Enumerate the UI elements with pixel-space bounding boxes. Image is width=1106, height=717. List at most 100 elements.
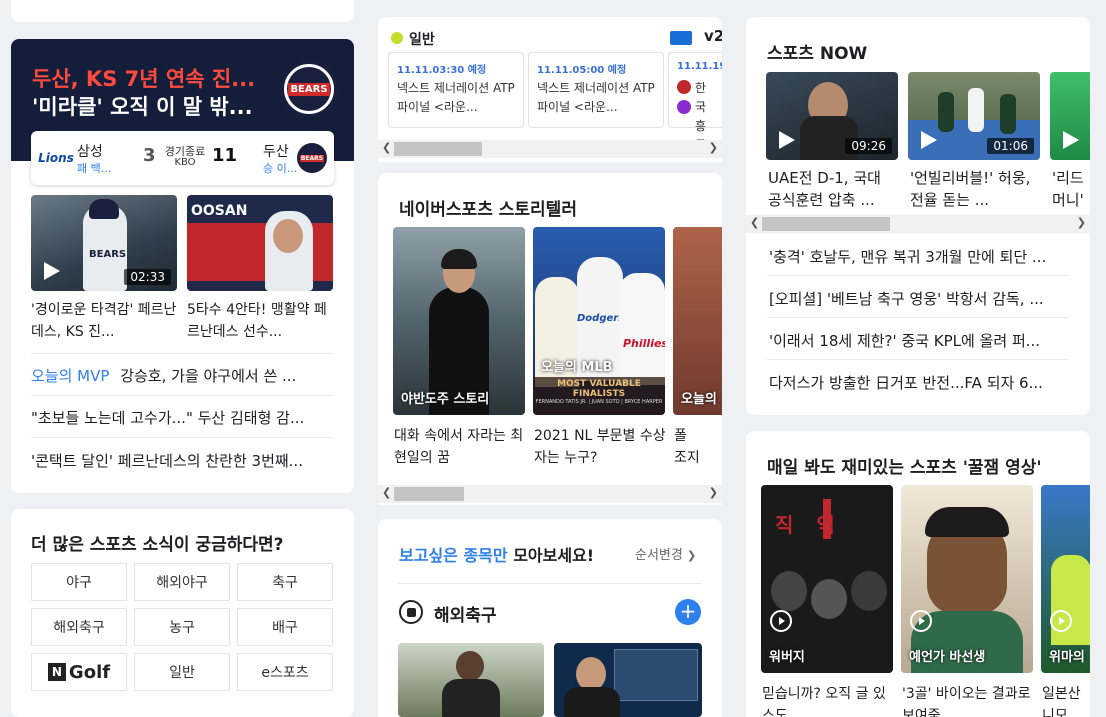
fun-caption-2[interactable]: '3골' 바이오는 결과로 보여줌 <box>902 683 1034 717</box>
away-team-name: 두산 <box>263 144 289 160</box>
story-caption-2[interactable]: 2021 NL 부문별 수상자는 누구? <box>534 425 666 471</box>
scroll-thumb[interactable] <box>394 142 482 156</box>
horizontal-scrollbar[interactable]: ❮ ❯ <box>378 140 722 158</box>
video-duration: 01:06 <box>987 138 1034 154</box>
now-thumb-3[interactable] <box>1050 72 1090 160</box>
scroll-right-icon[interactable]: ❯ <box>709 141 718 154</box>
horizontal-scrollbar[interactable]: ❮ ❯ <box>746 215 1090 233</box>
sport-link-volleyball[interactable]: 배구 <box>237 608 333 646</box>
scroll-left-icon[interactable]: ❮ <box>382 486 391 499</box>
sport-link-basketball[interactable]: 농구 <box>134 608 230 646</box>
fun-thumb-3[interactable]: 위마의 <box>1041 485 1090 673</box>
now-news-2[interactable]: [오피셜] '베트남 축구 영웅' 박항서 감독, ... <box>769 288 1069 309</box>
story-caption-3[interactable]: 폴 조지 한 질주 <box>674 425 704 471</box>
add-sport-button[interactable]: + <box>675 599 701 625</box>
pick-sports-card: 보고싶은 종목만 모아보세요! 순서변경 ❯ 해외축구 + <box>378 519 722 717</box>
reorder-link[interactable]: 순서변경 ❯ <box>635 544 696 563</box>
game-title-2: 넥스트 제너레이션 ATP파이널 <라운... <box>537 81 655 114</box>
game-card-2[interactable]: 11.11.05:00 예정 넥스트 제너레이션 ATP파이널 <라운... <box>528 52 664 128</box>
video-caption-1[interactable]: '경이로운 타격감' 페르난데스, KS 진... <box>31 299 177 343</box>
player-right <box>619 273 665 385</box>
story-caption-1[interactable]: 대화 속에서 자라는 최현일의 꿈 <box>394 425 526 471</box>
play-icon <box>921 131 937 149</box>
home-team-name: 삼성 <box>77 144 103 160</box>
game-time-3: 11.11.19:00 <box>677 61 722 72</box>
sport-link-world-soccer[interactable]: 해외축구 <box>31 608 127 646</box>
scroll-thumb[interactable] <box>394 487 464 501</box>
story-thumb-2[interactable]: Dodgers Phillies MOST VALUABLE FINALISTS… <box>533 227 665 415</box>
general-schedule-card: 일반 v2 11.11.03:30 예정 넥스트 제너레이션 ATP파이널 <라… <box>378 17 722 162</box>
soccer-thumb-2[interactable] <box>554 643 702 717</box>
video-thumb-1[interactable]: BEARS 02:33 <box>31 195 177 291</box>
story-badge-2: 오늘의 MLB <box>541 360 613 375</box>
scroll-thumb[interactable] <box>762 217 890 231</box>
banner-text: 직 익 <box>775 513 843 537</box>
fun-thumb-2[interactable]: 예언가 바선생 <box>901 485 1033 673</box>
play-circle-icon <box>910 610 932 632</box>
story-badge-1: 야반도주 스토리 <box>401 392 490 407</box>
hero-headline-1[interactable]: 두산, KS 7년 연속 진... <box>32 63 255 93</box>
fun-thumb-1[interactable]: 직 익 워버지 <box>761 485 893 673</box>
scroll-right-icon[interactable]: ❯ <box>1077 216 1086 229</box>
now-news-4[interactable]: 다저스가 방출한 日거포 반전...FA 되자 6... <box>769 372 1069 393</box>
game-card-3[interactable]: 11.11.19:00 한국 흥국 <box>668 52 722 152</box>
play-circle-icon <box>770 610 792 632</box>
divider <box>31 353 334 354</box>
bears-logo: BEARS <box>281 61 337 117</box>
fun-caption-1[interactable]: 믿습니까? 오직 글 있스도 <box>762 683 894 717</box>
coach-body <box>564 687 620 717</box>
league-name: KBO <box>174 157 196 168</box>
sport-link-esports[interactable]: e스포츠 <box>237 653 333 691</box>
away-score: 11 <box>212 145 238 166</box>
fun-caption-3[interactable]: 일본산 니모 <box>1042 683 1090 717</box>
story-thumb-1[interactable]: 야반도주 스토리 <box>393 227 525 415</box>
cross-icon <box>823 499 831 539</box>
now-caption-3[interactable]: '리드 머니' <box>1052 167 1086 211</box>
score-box[interactable]: Lions 삼성 패 백... 3 경기종료 KBO 11 두산 승 이... … <box>31 131 334 185</box>
storyteller-title: 네이버스포츠 스토리텔러 <box>399 200 577 220</box>
divider <box>767 275 1069 276</box>
now-thumb-2[interactable]: 01:06 <box>908 72 1040 160</box>
now-news-3[interactable]: '이래서 18세 제한?' 중국 KPL에 올려 퍼... <box>769 330 1069 351</box>
soccer-ball-icon <box>399 600 423 624</box>
now-news-1[interactable]: '충격' 호날두, 맨유 복귀 3개월 만에 퇴단 ... <box>769 246 1069 267</box>
now-thumb-1[interactable]: 09:26 <box>766 72 898 160</box>
video-caption-2[interactable]: 5타수 4안타! 맹활약 페르난데스 선수... <box>187 299 333 343</box>
n-logo-icon: N <box>47 663 66 681</box>
scroll-left-icon[interactable]: ❮ <box>750 216 759 229</box>
divider <box>398 583 702 584</box>
scroll-right-icon[interactable]: ❯ <box>709 486 718 499</box>
game-time-1: 11.11.03:30 예정 <box>397 65 487 76</box>
news-link-3[interactable]: '콘택트 달인' 페르난데스의 찬란한 3번째... <box>31 450 334 471</box>
hero-headline-2[interactable]: '미라클' 오직 이 말 밖... <box>32 91 253 121</box>
video-thumb-2[interactable]: OOSAN <box>187 195 333 291</box>
top-strip-left <box>11 0 354 22</box>
mvp-tag: 오늘의 MVP <box>31 367 110 385</box>
player-3 <box>1000 94 1016 134</box>
horizontal-scrollbar[interactable]: ❮ ❯ <box>378 485 722 503</box>
sports-now-title: 스포츠 NOW <box>767 44 868 64</box>
coach-head <box>576 657 606 691</box>
divider <box>31 395 334 396</box>
section-world-soccer: 해외축구 <box>434 606 497 626</box>
story-thumb-3[interactable]: 오늘의 <box>673 227 722 415</box>
team-logo-icon <box>677 80 691 94</box>
cap-logo: Phillies <box>623 337 665 350</box>
fun-video-card: 매일 봐도 재미있는 스포츠 '꿀잼 영상' 직 익 워버지 믿습니까? 오직 … <box>746 431 1090 717</box>
game-card-1[interactable]: 11.11.03:30 예정 넥스트 제너레이션 ATP파이널 <라운... <box>388 52 524 128</box>
news-link-mvp[interactable]: 오늘의 MVP 강승호, 가을 야구에서 쓴 ... <box>31 365 334 386</box>
news-link-2[interactable]: "초보들 노는데 고수가..." 두산 김태형 감... <box>31 407 334 428</box>
divider <box>31 437 334 438</box>
sport-link-general[interactable]: 일반 <box>134 653 230 691</box>
soccer-thumb-1[interactable] <box>398 643 544 717</box>
mvp-text: 강승호, 가을 야구에서 쓴 ... <box>120 367 297 385</box>
sport-link-mlb[interactable]: 해외야구 <box>134 563 230 601</box>
sport-link-baseball[interactable]: 야구 <box>31 563 127 601</box>
tactics-board <box>614 649 698 701</box>
now-caption-1[interactable]: UAE전 D-1, 국대 공식훈련 압축 ... <box>768 167 898 211</box>
sport-link-soccer[interactable]: 축구 <box>237 563 333 601</box>
now-caption-2[interactable]: '언빌리버블!' 허웅, 전율 돋는 ... <box>910 167 1040 211</box>
scroll-left-icon[interactable]: ❮ <box>382 141 391 154</box>
sport-link-golf[interactable]: N Golf <box>31 653 127 691</box>
person-hair <box>925 507 1009 537</box>
